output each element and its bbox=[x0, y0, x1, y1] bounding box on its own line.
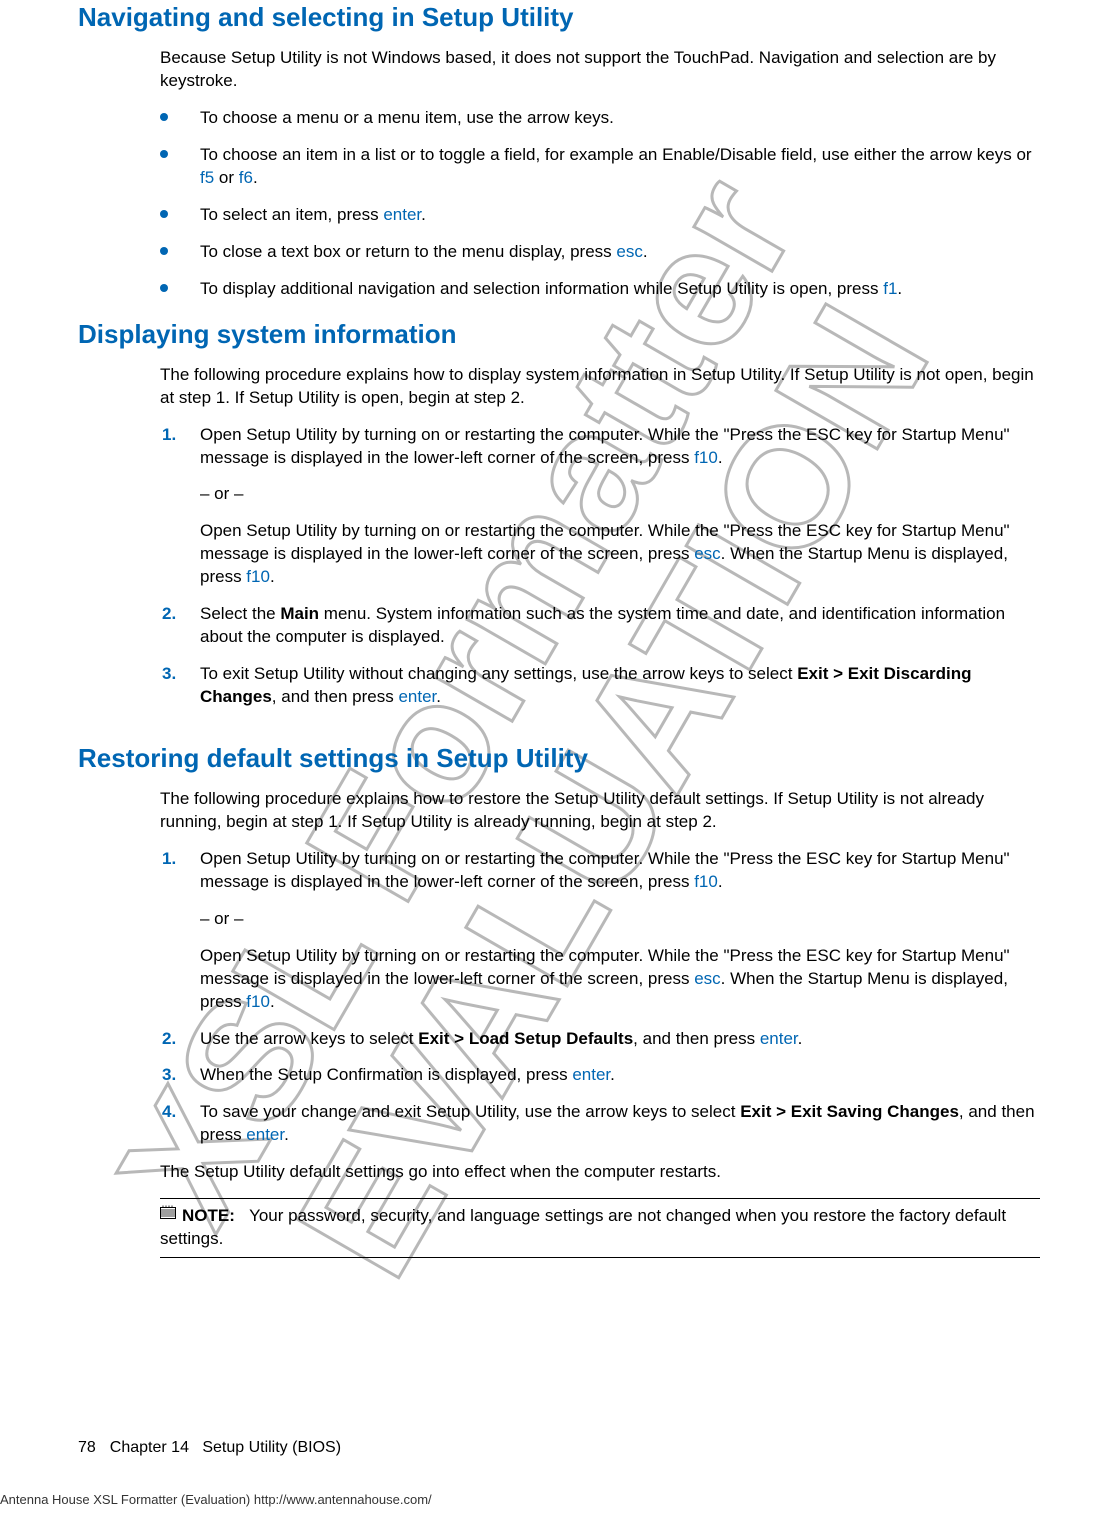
note-text: Your password, security, and language se… bbox=[160, 1206, 1006, 1248]
text: To select an item, press bbox=[200, 205, 383, 224]
section-heading-navigating: Navigating and selecting in Setup Utilit… bbox=[78, 0, 1040, 35]
text: . bbox=[284, 1125, 289, 1144]
text: . bbox=[270, 567, 275, 586]
key-enter: enter bbox=[760, 1029, 798, 1048]
bold-exit-saving: Exit > Exit Saving Changes bbox=[740, 1102, 959, 1121]
list-item: When the Setup Confirmation is displayed… bbox=[162, 1064, 1040, 1087]
text: Open Setup Utility by turning on or rest… bbox=[200, 425, 1010, 467]
text: or bbox=[214, 168, 239, 187]
page-footer: 78 Chapter 14 Setup Utility (BIOS) bbox=[78, 1437, 341, 1459]
text: To choose a menu or a menu item, use the… bbox=[200, 108, 614, 127]
text: Select the bbox=[200, 604, 280, 623]
key-enter: enter bbox=[246, 1125, 284, 1144]
text: . bbox=[610, 1065, 615, 1084]
list-item: Open Setup Utility by turning on or rest… bbox=[162, 848, 1040, 1014]
paragraph: The following procedure explains how to … bbox=[160, 788, 1040, 834]
text: Open Setup Utility by turning on or rest… bbox=[200, 849, 1010, 891]
or-separator: – or – bbox=[200, 908, 1040, 931]
bold-load-defaults: Exit > Load Setup Defaults bbox=[418, 1029, 633, 1048]
text: . bbox=[897, 279, 902, 298]
list-item: To choose a menu or a menu item, use the… bbox=[160, 107, 1040, 130]
paragraph: Open Setup Utility by turning on or rest… bbox=[200, 520, 1040, 589]
text: To exit Setup Utility without changing a… bbox=[200, 664, 797, 683]
key-f1: f1 bbox=[883, 279, 897, 298]
key-esc: esc bbox=[694, 969, 720, 988]
text: Use the arrow keys to select bbox=[200, 1029, 418, 1048]
note-block: NOTE: Your password, security, and langu… bbox=[160, 1198, 1040, 1258]
text: . bbox=[718, 448, 723, 467]
list-item: Open Setup Utility by turning on or rest… bbox=[162, 424, 1040, 590]
numbered-list: Open Setup Utility by turning on or rest… bbox=[162, 848, 1040, 1147]
numbered-list: Open Setup Utility by turning on or rest… bbox=[162, 424, 1040, 709]
key-enter: enter bbox=[572, 1065, 610, 1084]
text: . bbox=[643, 242, 648, 261]
list-item: To save your change and exit Setup Utili… bbox=[162, 1101, 1040, 1147]
text: . bbox=[798, 1029, 803, 1048]
section-heading-displaying: Displaying system information bbox=[78, 317, 1040, 352]
text: menu. System information such as the sys… bbox=[200, 604, 1005, 646]
key-f10: f10 bbox=[694, 872, 718, 891]
text: When the Setup Confirmation is displayed… bbox=[200, 1065, 572, 1084]
note-icon bbox=[160, 1205, 178, 1225]
text: To close a text box or return to the men… bbox=[200, 242, 616, 261]
list-item: To display additional navigation and sel… bbox=[160, 278, 1040, 301]
paragraph: The following procedure explains how to … bbox=[160, 364, 1040, 410]
list-item: To select an item, press enter. bbox=[160, 204, 1040, 227]
key-esc: esc bbox=[694, 544, 720, 563]
note-label: NOTE: bbox=[182, 1206, 235, 1225]
paragraph: Because Setup Utility is not Windows bas… bbox=[160, 47, 1040, 93]
list-item: To exit Setup Utility without changing a… bbox=[162, 663, 1040, 709]
list-item: Select the Main menu. System information… bbox=[162, 603, 1040, 649]
text: . bbox=[270, 992, 275, 1011]
text: To display additional navigation and sel… bbox=[200, 279, 883, 298]
text: . bbox=[718, 872, 723, 891]
text: . bbox=[253, 168, 258, 187]
key-f10: f10 bbox=[246, 567, 270, 586]
page-number: 78 bbox=[78, 1439, 96, 1456]
text: . bbox=[421, 205, 426, 224]
list-item: Use the arrow keys to select Exit > Load… bbox=[162, 1028, 1040, 1051]
paragraph: Open Setup Utility by turning on or rest… bbox=[200, 945, 1040, 1014]
eval-footer: Antenna House XSL Formatter (Evaluation)… bbox=[0, 1491, 432, 1509]
list-item: To close a text box or return to the men… bbox=[160, 241, 1040, 264]
list-item: To choose an item in a list or to toggle… bbox=[160, 144, 1040, 190]
chapter-title: Setup Utility (BIOS) bbox=[202, 1439, 341, 1456]
text: To save your change and exit Setup Utili… bbox=[200, 1102, 740, 1121]
key-f10: f10 bbox=[246, 992, 270, 1011]
key-enter: enter bbox=[383, 205, 421, 224]
key-f5: f5 bbox=[200, 168, 214, 187]
text: , and then press bbox=[633, 1029, 760, 1048]
paragraph: The Setup Utility default settings go in… bbox=[160, 1161, 1040, 1184]
chapter-label: Chapter 14 bbox=[110, 1439, 189, 1456]
section-heading-restoring: Restoring default settings in Setup Util… bbox=[78, 741, 1040, 776]
bold-main: Main bbox=[280, 604, 319, 623]
text: , and then press bbox=[272, 687, 399, 706]
or-separator: – or – bbox=[200, 483, 1040, 506]
key-enter: enter bbox=[398, 687, 436, 706]
bullet-list: To choose a menu or a menu item, use the… bbox=[160, 107, 1040, 301]
key-f6: f6 bbox=[239, 168, 253, 187]
text: To choose an item in a list or to toggle… bbox=[200, 145, 1032, 164]
text: . bbox=[436, 687, 441, 706]
key-esc: esc bbox=[616, 242, 642, 261]
key-f10: f10 bbox=[694, 448, 718, 467]
